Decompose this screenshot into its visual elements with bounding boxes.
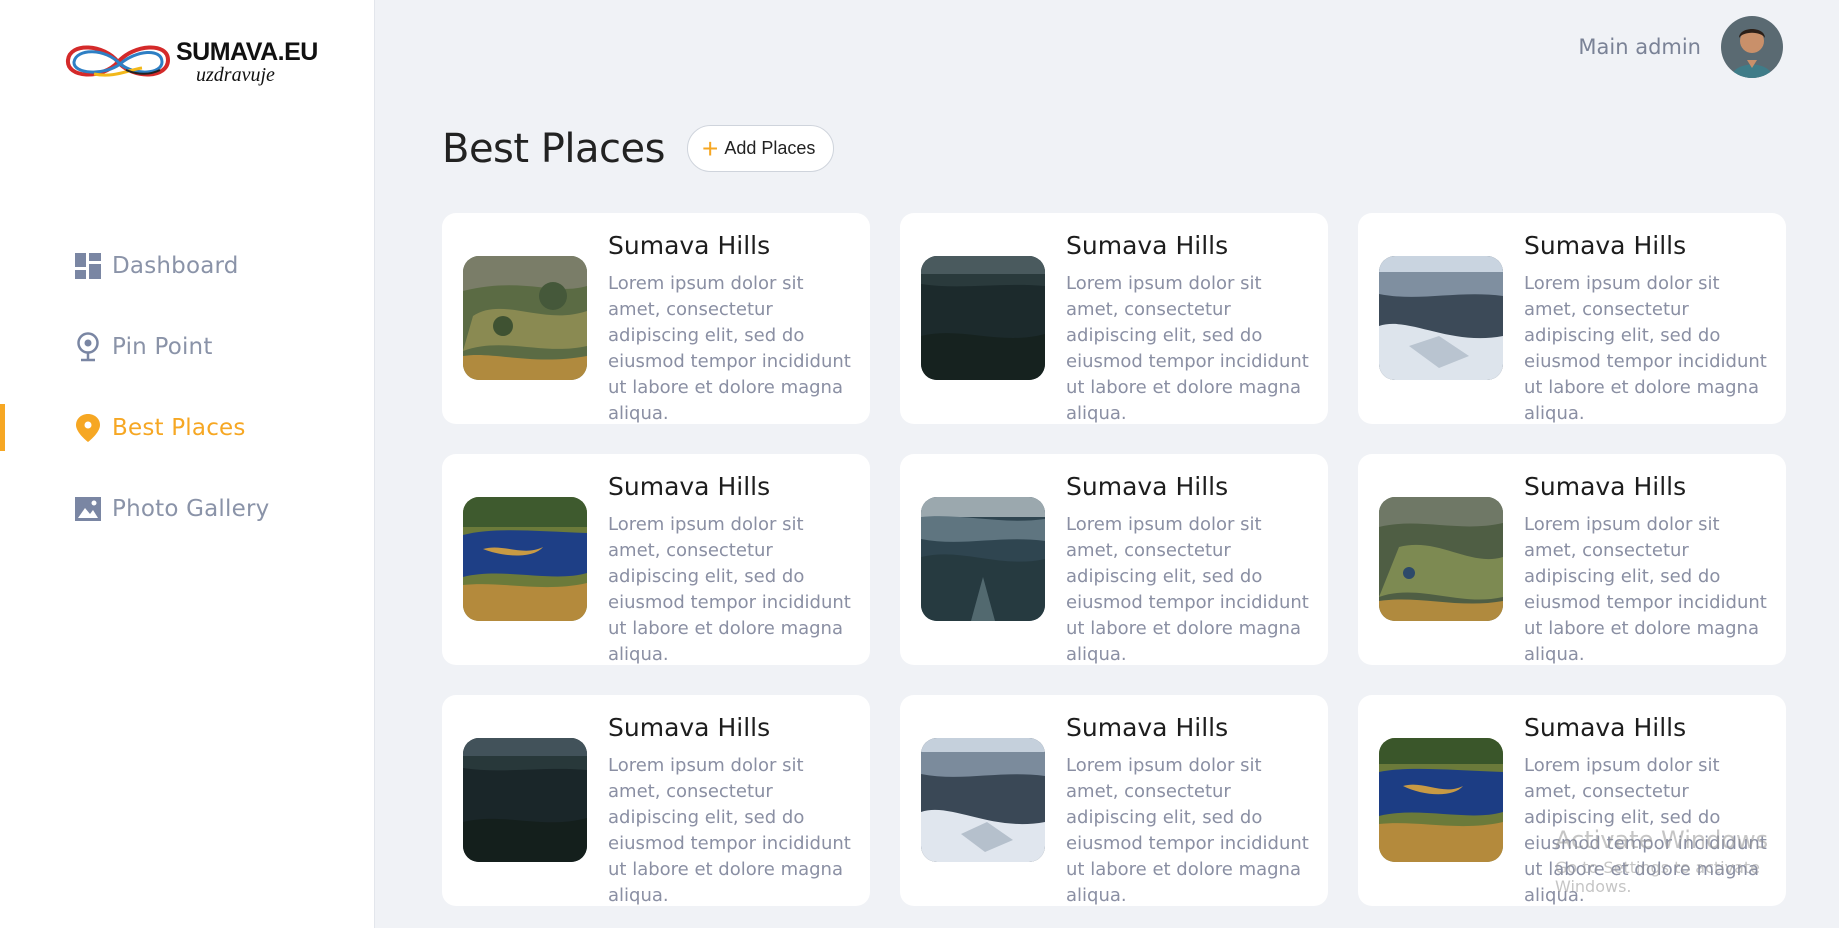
sidebar-item-label: Photo Gallery xyxy=(112,495,270,522)
sidebar-item-label: Dashboard xyxy=(112,252,239,279)
brand-logo[interactable]: SUMAVA.EU uzdravuje xyxy=(64,38,324,90)
add-places-label: Add Places xyxy=(724,138,816,158)
user-menu[interactable]: Main admin xyxy=(1578,16,1783,78)
place-thumbnail-misty-hills xyxy=(921,497,1045,621)
place-thumbnail-snowy-forest xyxy=(921,738,1045,862)
sidebar-nav: Dashboard Pin Point Best Places Photo Ga… xyxy=(0,225,375,549)
place-card[interactable]: Sumava Hills Lorem ipsum dolor sit amet,… xyxy=(900,695,1328,906)
places-grid: Sumava Hills Lorem ipsum dolor sit amet,… xyxy=(442,213,1786,906)
place-card[interactable]: Sumava Hills Lorem ipsum dolor sit amet,… xyxy=(1358,695,1786,906)
place-thumbnail-aerial-forest-meadow xyxy=(1379,497,1503,621)
place-thumbnail-bog-lake xyxy=(1379,738,1503,862)
brand-subtitle: uzdravuje xyxy=(196,64,275,86)
place-title: Sumava Hills xyxy=(1066,231,1229,260)
image-icon xyxy=(74,495,102,523)
sidebar-item-best-places[interactable]: Best Places xyxy=(0,387,375,468)
place-title: Sumava Hills xyxy=(608,713,771,742)
sidebar: SUMAVA.EU uzdravuje Dashboard Pin Point … xyxy=(0,0,375,928)
place-description: Lorem ipsum dolor sit amet, consectetur … xyxy=(1524,273,1767,424)
place-title: Sumava Hills xyxy=(608,231,771,260)
place-thumbnail-snowy-forest xyxy=(1379,256,1503,380)
place-description: Lorem ipsum dolor sit amet, consectetur … xyxy=(1524,514,1767,665)
place-card[interactable]: Sumava Hills Lorem ipsum dolor sit amet,… xyxy=(1358,213,1786,424)
place-description: Lorem ipsum dolor sit amet, consectetur … xyxy=(1524,755,1767,906)
place-description: Lorem ipsum dolor sit amet, consectetur … xyxy=(1066,755,1309,906)
place-card[interactable]: Sumava Hills Lorem ipsum dolor sit amet,… xyxy=(442,454,870,665)
sidebar-item-dashboard[interactable]: Dashboard xyxy=(0,225,375,306)
sidebar-item-pin-point[interactable]: Pin Point xyxy=(0,306,375,387)
sidebar-item-label: Pin Point xyxy=(112,333,213,360)
place-description: Lorem ipsum dolor sit amet, consectetur … xyxy=(608,755,851,906)
place-card[interactable]: Sumava Hills Lorem ipsum dolor sit amet,… xyxy=(442,695,870,906)
place-thumbnail-bog-lake xyxy=(463,497,587,621)
infinity-logo-icon xyxy=(66,45,171,77)
add-places-button[interactable]: + Add Places xyxy=(686,125,835,172)
place-thumbnail-dark-forest xyxy=(463,738,587,862)
place-title: Sumava Hills xyxy=(1066,713,1229,742)
place-title: Sumava Hills xyxy=(1524,231,1687,260)
place-card[interactable]: Sumava Hills Lorem ipsum dolor sit amet,… xyxy=(900,213,1328,424)
avatar[interactable] xyxy=(1721,16,1783,78)
brand-title: SUMAVA.EU xyxy=(176,38,318,66)
page-title: Best Places xyxy=(442,125,665,172)
place-description: Lorem ipsum dolor sit amet, consectetur … xyxy=(608,514,851,665)
plus-icon: + xyxy=(701,132,719,164)
place-description: Lorem ipsum dolor sit amet, consectetur … xyxy=(608,273,851,424)
sidebar-item-photo-gallery[interactable]: Photo Gallery xyxy=(0,468,375,549)
sidebar-item-label: Best Places xyxy=(112,414,246,441)
location-marker-icon xyxy=(74,413,102,442)
place-title: Sumava Hills xyxy=(1066,472,1229,501)
pin-point-icon xyxy=(74,331,102,361)
place-title: Sumava Hills xyxy=(1524,472,1687,501)
place-thumbnail-aerial-forest-meadow xyxy=(463,256,587,380)
place-title: Sumava Hills xyxy=(1524,713,1687,742)
place-description: Lorem ipsum dolor sit amet, consectetur … xyxy=(1066,514,1309,665)
place-description: Lorem ipsum dolor sit amet, consectetur … xyxy=(1066,273,1309,424)
user-name: Main admin xyxy=(1578,35,1701,59)
place-card[interactable]: Sumava Hills Lorem ipsum dolor sit amet,… xyxy=(900,454,1328,665)
place-title: Sumava Hills xyxy=(608,472,771,501)
place-card[interactable]: Sumava Hills Lorem ipsum dolor sit amet,… xyxy=(442,213,870,424)
place-thumbnail-dark-forest xyxy=(921,256,1045,380)
page-header: Best Places + Add Places xyxy=(442,125,835,172)
place-card[interactable]: Sumava Hills Lorem ipsum dolor sit amet,… xyxy=(1358,454,1786,665)
dashboard-icon xyxy=(74,252,102,280)
